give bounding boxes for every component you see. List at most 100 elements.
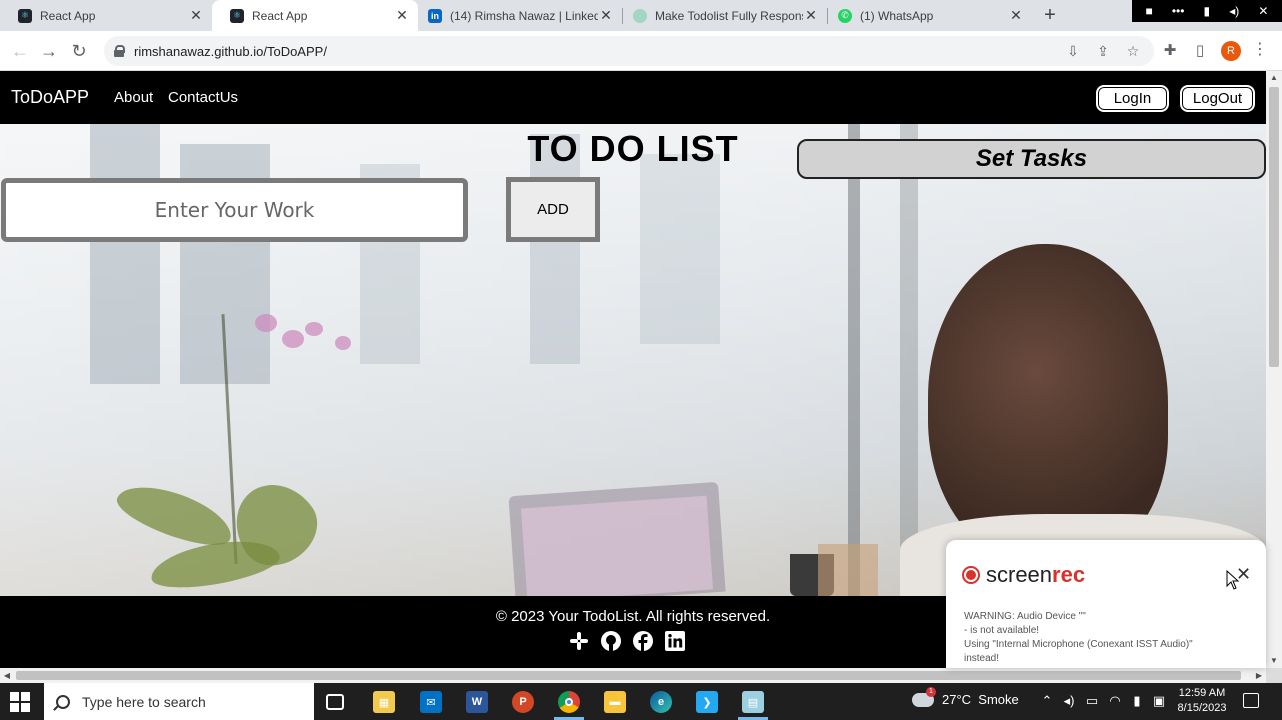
notifications-icon[interactable] xyxy=(1243,693,1259,708)
slack-icon[interactable] xyxy=(568,630,590,652)
file-explorer-store-icon[interactable]: ▦ xyxy=(373,691,395,713)
chatgpt-icon xyxy=(633,8,647,23)
login-button[interactable]: LogIn xyxy=(1096,85,1169,112)
address-bar[interactable]: rimshanawaz.github.io/ToDoAPP/ ⇩ ⇪ ☆ xyxy=(104,36,1154,66)
browser-menu-icon[interactable]: ⋮ xyxy=(1252,39,1268,59)
vertical-scrollbar[interactable]: ▲ ▼ xyxy=(1266,71,1282,668)
nav-contact-link[interactable]: ContactUs xyxy=(168,89,238,106)
close-tab-icon[interactable]: ✕ xyxy=(394,7,410,24)
orchid-flower xyxy=(305,322,323,336)
orchid-flower xyxy=(282,330,304,348)
folder-icon[interactable]: ▬ xyxy=(604,691,626,713)
tab-whatsapp[interactable]: ✆ (1) WhatsApp ✕ xyxy=(828,0,1032,31)
scroll-down-arrow-icon[interactable]: ▼ xyxy=(1266,654,1282,668)
work-input[interactable] xyxy=(1,178,468,242)
cloud-icon: 1 xyxy=(912,686,936,707)
microphone-icon[interactable]: ▮ xyxy=(1204,4,1211,18)
facebook-icon[interactable] xyxy=(632,630,654,652)
clock-time: 12:59 AM xyxy=(1178,687,1226,699)
bookmark-star-icon[interactable]: ☆ xyxy=(1124,43,1142,60)
weather-alert-badge: 1 xyxy=(926,686,936,697)
tab-title: Make Todolist Fully Respons xyxy=(655,8,803,23)
more-icon[interactable]: ••• xyxy=(1172,4,1185,18)
profile-avatar[interactable]: R xyxy=(1221,41,1241,61)
orchid-flower xyxy=(255,314,277,332)
weather-condition: Smoke xyxy=(978,692,1019,707)
task-view-icon[interactable] xyxy=(326,694,344,710)
warning-line: - is not available! xyxy=(964,625,1040,636)
install-app-icon[interactable]: ⇩ xyxy=(1064,43,1082,60)
tab-title: React App xyxy=(40,8,96,23)
github-icon[interactable] xyxy=(600,630,622,652)
react-icon: ⚛ xyxy=(18,8,32,23)
windows-taskbar: Type here to search ▦ ✉ W P ▬ e ❯ ▤ 1 27… xyxy=(0,683,1282,720)
brand-logo[interactable]: ToDoAPP xyxy=(11,87,89,108)
new-tab-button[interactable]: + xyxy=(1038,4,1062,26)
mail-icon[interactable]: ✉ xyxy=(420,691,442,713)
tab-react-app-1[interactable]: ⚛ React App ✕ xyxy=(0,0,212,31)
notes-app-icon[interactable]: ▤ xyxy=(742,691,764,713)
linkedin-icon: in xyxy=(428,8,442,23)
extensions-icon[interactable]: ✚ xyxy=(1160,41,1180,59)
lock-icon[interactable] xyxy=(114,45,125,57)
powerpoint-icon[interactable]: P xyxy=(512,691,534,713)
word-icon[interactable]: W xyxy=(466,691,488,713)
set-tasks-heading: Set Tasks xyxy=(797,139,1266,179)
search-icon xyxy=(56,694,70,709)
record-icon xyxy=(962,566,980,584)
microphone-icon[interactable]: ▮ xyxy=(1128,693,1146,709)
screenrec-logo: screen rec xyxy=(962,562,1085,588)
taskbar-search-placeholder[interactable]: Type here to search xyxy=(82,694,206,710)
weather-widget[interactable]: 1 27°C Smoke xyxy=(912,686,1019,707)
meet-now-icon[interactable]: ▣ xyxy=(1150,693,1168,709)
mouse-cursor-icon xyxy=(1226,570,1240,590)
volume-icon[interactable]: ◂) xyxy=(1229,4,1239,18)
close-tab-icon[interactable]: ✕ xyxy=(803,7,819,24)
show-hidden-icons-icon[interactable]: ⌃ xyxy=(1038,693,1056,709)
wifi-icon[interactable]: ◠ xyxy=(1106,693,1124,709)
back-icon[interactable]: ← xyxy=(8,39,32,63)
close-tab-icon[interactable]: ✕ xyxy=(598,7,614,24)
warning-line: instead! xyxy=(964,653,1000,664)
horizontal-scrollbar[interactable]: ◀ ▶ xyxy=(0,668,1266,683)
tab-react-app-2[interactable]: ⚛ React App ✕ xyxy=(212,0,418,31)
side-panel-icon[interactable]: ▯ xyxy=(1190,41,1210,59)
speaker-icon[interactable]: ◂) xyxy=(1060,693,1078,709)
screenrec-brand-prefix: screen xyxy=(986,562,1053,587)
taskbar-search-box[interactable]: Type here to search xyxy=(44,683,314,720)
battery-icon[interactable]: ▭ xyxy=(1083,693,1101,709)
windows-start-icon[interactable] xyxy=(10,692,30,712)
chrome-icon[interactable] xyxy=(558,691,580,713)
warning-line: Using "Internal Microphone (Conexant ISS… xyxy=(964,639,1193,650)
vscode-icon[interactable]: ❯ xyxy=(696,691,718,713)
scroll-left-arrow-icon[interactable]: ◀ xyxy=(0,668,14,683)
screenrec-notification: screen rec ✕ WARNING: Audio Device "" - i… xyxy=(946,540,1266,668)
browser-tab-strip: ⚛ React App ✕ ⚛ React App ✕ in (14) Rims… xyxy=(0,0,1282,31)
horizontal-scroll-thumb[interactable] xyxy=(16,671,1241,680)
close-tab-icon[interactable]: ✕ xyxy=(1008,7,1024,24)
close-tab-icon[interactable]: ✕ xyxy=(188,7,204,24)
close-icon[interactable]: ✕ xyxy=(1258,4,1268,18)
pen-holder xyxy=(818,544,878,596)
share-icon[interactable]: ⇪ xyxy=(1094,43,1112,60)
app-navbar: ToDoAPP About ContactUs LogIn LogOut xyxy=(0,71,1266,124)
login-label: LogIn xyxy=(1113,90,1152,107)
nav-about-link[interactable]: About xyxy=(114,89,153,106)
vertical-scroll-thumb[interactable] xyxy=(1269,87,1279,367)
add-button[interactable]: ADD xyxy=(506,177,600,242)
tab-chatgpt[interactable]: Make Todolist Fully Respons ✕ xyxy=(623,0,827,31)
camera-icon[interactable]: ■ xyxy=(1146,4,1153,18)
system-clock[interactable]: 12:59 AM 8/15/2023 xyxy=(1168,686,1236,716)
edge-icon[interactable]: e xyxy=(650,691,672,713)
linkedin-icon[interactable] xyxy=(664,630,686,652)
reload-icon[interactable]: ↻ xyxy=(67,39,91,63)
window-frame xyxy=(900,124,918,596)
weather-temp: 27°C xyxy=(942,692,972,707)
logout-button[interactable]: LogOut xyxy=(1180,85,1255,112)
tab-linkedin[interactable]: in (14) Rimsha Nawaz | LinkedIn ✕ xyxy=(418,0,622,31)
scrollbar-corner xyxy=(1266,668,1282,683)
scroll-up-arrow-icon[interactable]: ▲ xyxy=(1266,71,1282,85)
url-text[interactable]: rimshanawaz.github.io/ToDoAPP/ xyxy=(134,44,327,59)
scroll-right-arrow-icon[interactable]: ▶ xyxy=(1252,668,1266,683)
forward-icon[interactable]: → xyxy=(37,39,61,63)
